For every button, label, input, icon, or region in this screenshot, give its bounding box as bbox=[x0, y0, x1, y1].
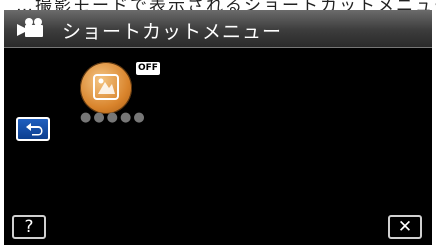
scene-select-icon bbox=[93, 74, 119, 100]
page-caption-strip: …撮影モードで表示されるショートカットメニュー bbox=[0, 0, 436, 10]
scene-select-shortcut[interactable] bbox=[80, 62, 132, 114]
page-caption: …撮影モードで表示されるショートカットメニュー bbox=[16, 0, 436, 10]
back-button[interactable] bbox=[16, 117, 50, 141]
help-button[interactable]: ? bbox=[12, 215, 46, 239]
menu-header: ショートカットメニュー bbox=[4, 10, 432, 48]
shortcut-label: ●●●●● bbox=[80, 110, 147, 125]
menu-title: ショートカットメニュー bbox=[62, 21, 283, 43]
status-badge: OFF bbox=[136, 62, 160, 75]
close-button[interactable]: ✕ bbox=[388, 215, 422, 239]
video-camera-icon bbox=[17, 18, 43, 37]
camera-lcd-screen: ショートカットメニュー OFF ●●●●● ? ✕ bbox=[4, 10, 432, 245]
return-arrow-icon bbox=[26, 123, 43, 136]
